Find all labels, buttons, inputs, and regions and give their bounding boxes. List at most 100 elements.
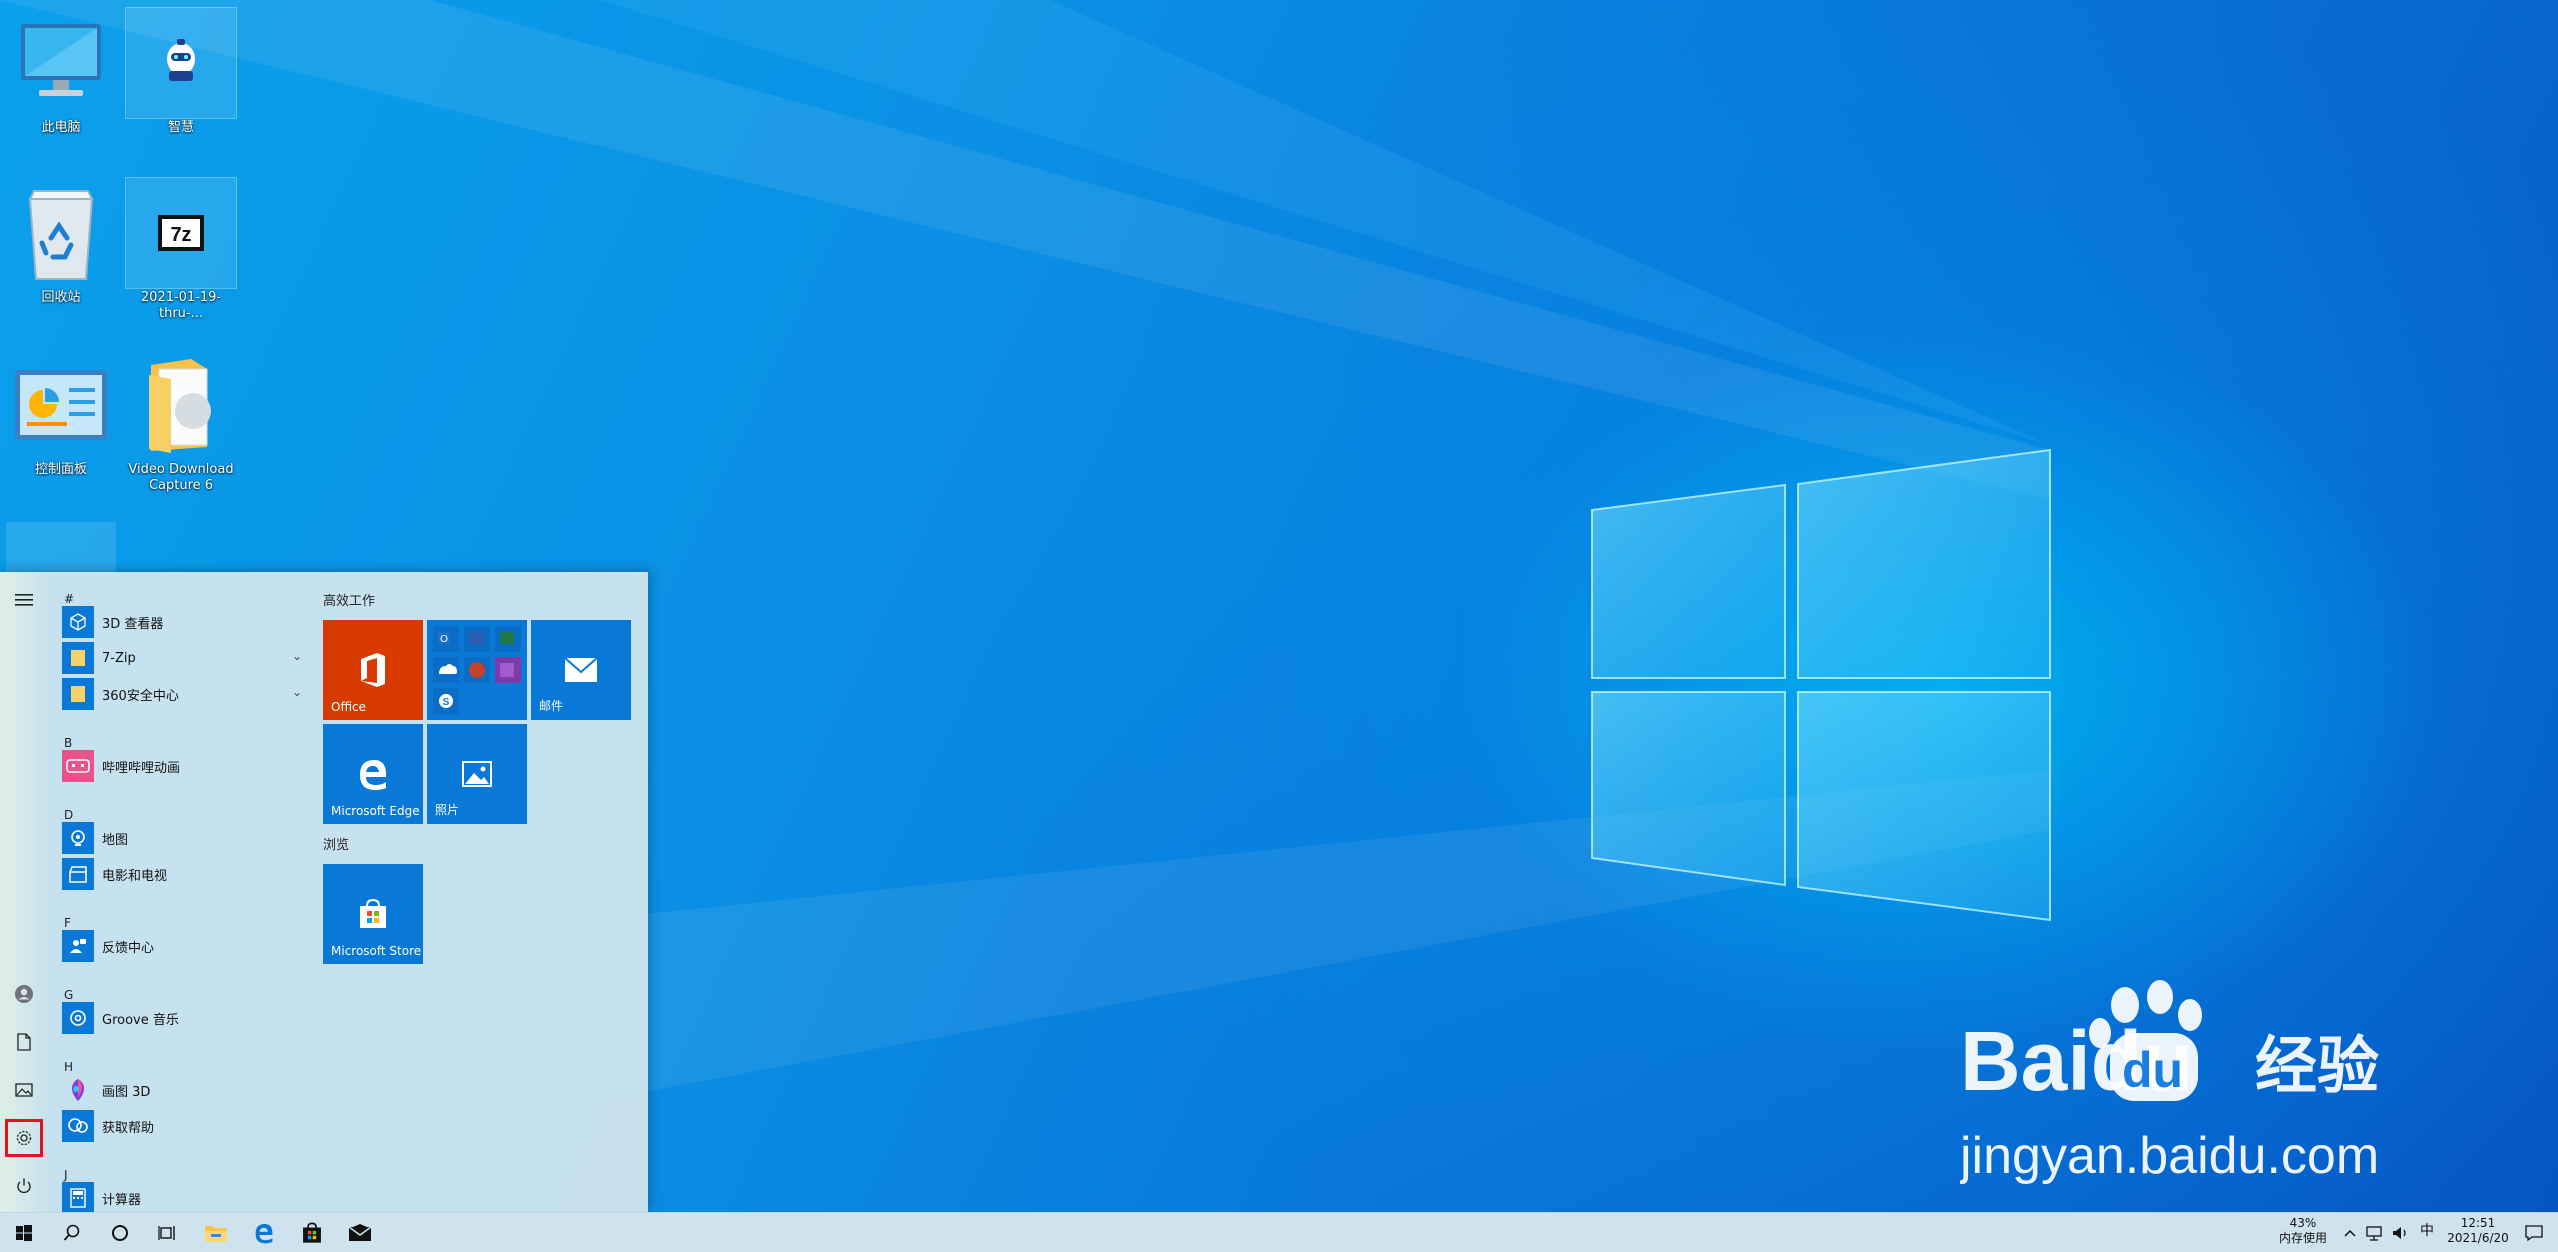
app-name: 360安全中心 bbox=[102, 688, 179, 704]
paint-3d-icon bbox=[62, 1074, 94, 1106]
photos-icon bbox=[462, 761, 492, 787]
tile-edge[interactable]: Microsoft Edge bbox=[323, 724, 423, 824]
taskbar-store[interactable] bbox=[288, 1213, 336, 1252]
search-button[interactable] bbox=[48, 1213, 96, 1252]
app-item-360[interactable]: 360安全中心 ⌄ bbox=[62, 676, 308, 712]
app-name: 反馈中心 bbox=[102, 940, 155, 956]
app-item-get-help[interactable]: 获取帮助 bbox=[62, 1108, 308, 1144]
tile-office-apps-folder[interactable]: O S bbox=[427, 620, 527, 720]
desktop-icon-robot[interactable]: 智慧 bbox=[125, 7, 237, 136]
tile-label: Office bbox=[331, 700, 367, 714]
bilibili-icon bbox=[62, 750, 94, 782]
app-name: 哔哩哔哩动画 bbox=[102, 760, 181, 776]
power-button[interactable] bbox=[0, 1162, 48, 1210]
cortana-button[interactable] bbox=[96, 1213, 144, 1252]
documents-button[interactable] bbox=[0, 1018, 48, 1066]
start-menu-rail bbox=[0, 572, 48, 1212]
desktop-icon-label: Video Download Capture 6 bbox=[128, 462, 234, 493]
folder-icon bbox=[62, 678, 94, 710]
start-button[interactable] bbox=[0, 1213, 48, 1252]
desktop-icon-recycle-bin[interactable]: 回收站 bbox=[6, 178, 116, 306]
chevron-down-icon[interactable]: ⌄ bbox=[292, 685, 302, 699]
hamburger-icon bbox=[15, 594, 33, 606]
office-icon bbox=[361, 653, 385, 687]
desktop-icon-control-panel[interactable]: 控制面板 bbox=[6, 350, 116, 478]
app-name: Groove 音乐 bbox=[102, 1012, 179, 1028]
user-account-button[interactable] bbox=[0, 970, 48, 1018]
tile-photos[interactable]: 照片 bbox=[427, 724, 527, 824]
desktop-icon-label: 此电脑 bbox=[41, 120, 81, 135]
tile-office[interactable]: Office bbox=[323, 620, 423, 720]
chevron-down-icon[interactable]: ⌄ bbox=[292, 649, 302, 663]
chevron-up-icon bbox=[2344, 1229, 2356, 1237]
svg-text:7z: 7z bbox=[170, 224, 191, 246]
tile-group-title-productivity[interactable]: 高效工作 bbox=[323, 590, 375, 609]
tile-label: Microsoft Edge bbox=[331, 804, 420, 818]
7zip-archive-icon bbox=[6, 522, 116, 574]
memory-label: 内存使用 bbox=[2278, 1231, 2327, 1245]
show-hidden-icons-button[interactable] bbox=[2338, 1213, 2362, 1252]
robot-icon bbox=[125, 7, 237, 119]
cortana-icon bbox=[112, 1225, 128, 1241]
desktop-icon-label: 控制面板 bbox=[34, 462, 87, 477]
svg-text:du: du bbox=[2122, 1042, 2183, 1098]
network-button[interactable] bbox=[2362, 1213, 2388, 1252]
7zip-archive-icon: 7z bbox=[125, 177, 237, 289]
expand-menu-button[interactable] bbox=[0, 576, 48, 624]
tile-label: 照片 bbox=[435, 803, 460, 817]
action-center-button[interactable] bbox=[2510, 1213, 2558, 1252]
app-item-movies-tv[interactable]: 电影和电视 bbox=[62, 856, 308, 892]
taskbar-file-explorer[interactable] bbox=[192, 1213, 240, 1252]
power-icon bbox=[17, 1178, 31, 1194]
app-item-maps[interactable]: 地图 bbox=[62, 820, 308, 856]
tile-mail[interactable]: 邮件 bbox=[531, 620, 631, 720]
get-help-icon bbox=[62, 1110, 94, 1142]
app-list[interactable]: # 3D 查看器 7-Zip ⌄ 360安全中心 ⌄ B 哔哩哔哩动画 D 地图… bbox=[48, 572, 308, 1212]
tile-group-title-browse[interactable]: 浏览 bbox=[323, 834, 349, 853]
task-view-icon bbox=[158, 1226, 175, 1240]
app-item-3d-viewer[interactable]: 3D 查看器 bbox=[62, 604, 308, 640]
baidu-watermark: Baidu du 经验 jingyan.baidu.com bbox=[1960, 980, 2379, 1185]
avatar-icon bbox=[15, 985, 33, 1003]
app-item-calculator[interactable]: 计算器 bbox=[62, 1180, 308, 1212]
pictures-button[interactable] bbox=[0, 1066, 48, 1114]
volume-icon bbox=[2393, 1227, 2406, 1239]
tile-store[interactable]: Microsoft Store bbox=[323, 864, 423, 964]
app-item-paint-3d[interactable]: 画图 3D bbox=[62, 1072, 308, 1108]
app-name: 电影和电视 bbox=[102, 868, 168, 884]
task-view-button[interactable] bbox=[144, 1213, 192, 1252]
settings-button[interactable] bbox=[0, 1114, 48, 1162]
taskbar-mail[interactable] bbox=[336, 1213, 384, 1252]
file-explorer-icon bbox=[205, 1226, 227, 1242]
document-icon bbox=[17, 1033, 31, 1051]
folder-icon bbox=[62, 642, 94, 674]
desktop-icon-this-pc[interactable]: 此电脑 bbox=[6, 8, 116, 136]
memory-usage-indicator[interactable]: 43% 内存使用 bbox=[2268, 1216, 2338, 1246]
desktop-icon-video-download-capture[interactable]: Video Download Capture 6 bbox=[126, 350, 236, 494]
mail-icon bbox=[348, 1224, 372, 1241]
calculator-icon bbox=[62, 1182, 94, 1212]
control-panel-icon bbox=[6, 350, 116, 460]
edge-icon bbox=[360, 760, 387, 790]
3d-viewer-icon bbox=[62, 606, 94, 638]
svg-text:S: S bbox=[443, 697, 450, 708]
start-menu: # 3D 查看器 7-Zip ⌄ 360安全中心 ⌄ B 哔哩哔哩动画 D 地图… bbox=[0, 572, 648, 1212]
tile-label: 邮件 bbox=[539, 699, 564, 713]
app-name: 计算器 bbox=[102, 1192, 142, 1208]
desktop-icon-7z-archive[interactable]: 7z 2021-01-19-thru-... bbox=[125, 177, 237, 322]
app-item-groove-music[interactable]: Groove 音乐 bbox=[62, 1000, 308, 1036]
computer-icon bbox=[6, 8, 116, 118]
taskbar-edge[interactable] bbox=[240, 1213, 288, 1252]
taskbar: 43% 内存使用 中 12:51 2021/6/20 bbox=[0, 1212, 2558, 1252]
desktop-icon-label: 回收站 bbox=[41, 290, 81, 305]
folder-icon bbox=[126, 350, 236, 460]
app-item-bilibili[interactable]: 哔哩哔哩动画 bbox=[62, 748, 308, 784]
watermark-brand-cn: 经验 bbox=[2255, 1029, 2379, 1102]
volume-button[interactable] bbox=[2388, 1213, 2414, 1252]
movies-tv-icon bbox=[62, 858, 94, 890]
app-name: 画图 3D bbox=[102, 1084, 151, 1100]
notification-icon bbox=[2525, 1225, 2543, 1241]
app-item-feedback-hub[interactable]: 反馈中心 bbox=[62, 928, 308, 964]
app-item-7zip[interactable]: 7-Zip ⌄ bbox=[62, 640, 308, 676]
desktop-icon-partial[interactable] bbox=[6, 522, 116, 574]
